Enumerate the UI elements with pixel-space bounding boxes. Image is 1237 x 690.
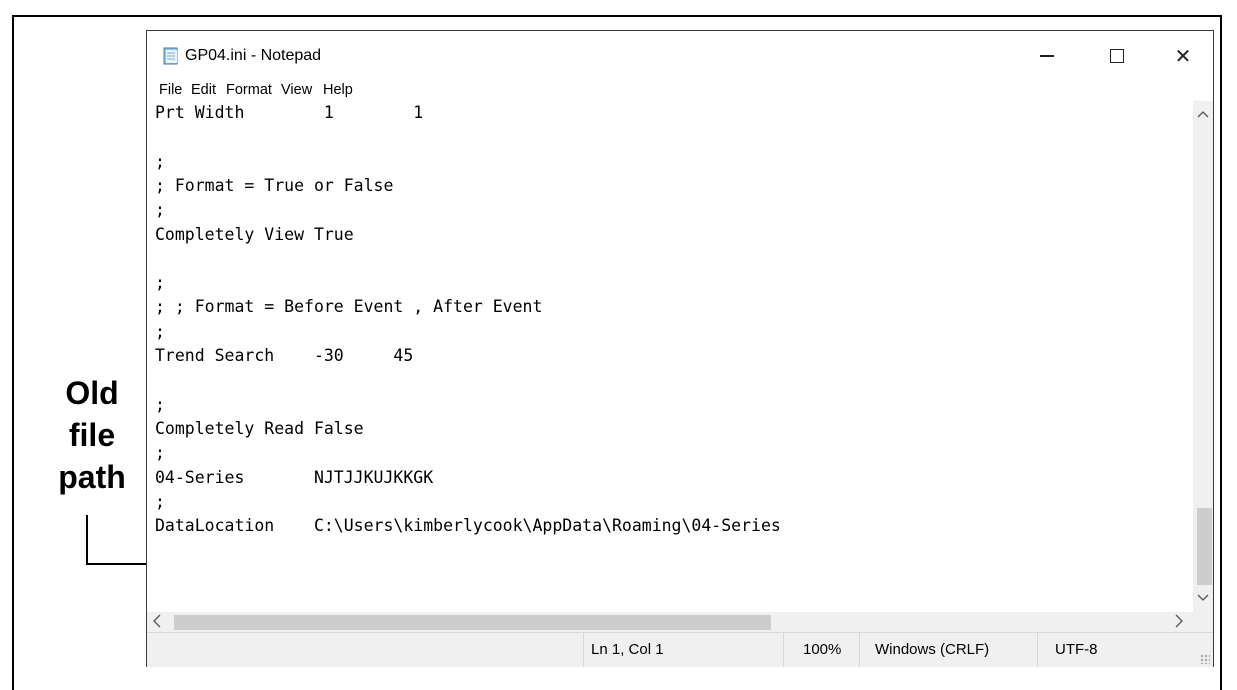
editor-line: DataLocation C:\Users\kimberlycook\AppDa… bbox=[155, 516, 781, 536]
annotation-line-2: file bbox=[68, 417, 116, 453]
chevron-right-icon[interactable] bbox=[1175, 613, 1183, 632]
encoding: UTF-8 bbox=[1055, 641, 1098, 658]
menu-edit[interactable]: Edit bbox=[191, 82, 216, 98]
editor-line: Trend Search -30 45 bbox=[155, 346, 414, 365]
window-title: GP04.ini - Notepad bbox=[185, 47, 322, 64]
menu-bar: File Edit Format View Help bbox=[147, 81, 1213, 101]
notepad-icon bbox=[162, 47, 180, 65]
resize-grip-icon[interactable] bbox=[1200, 654, 1210, 664]
editor-line: 04-Series NJTJJKUJKKGK bbox=[155, 467, 434, 487]
editor-line: ; bbox=[155, 443, 165, 463]
editor-line: Completely Read False bbox=[155, 418, 364, 438]
status-divider bbox=[583, 633, 584, 667]
annotation-label: Old file path bbox=[34, 372, 150, 498]
minimize-button[interactable] bbox=[1017, 31, 1077, 81]
cursor-position: Ln 1, Col 1 bbox=[591, 641, 664, 658]
annotation-line-3: path bbox=[58, 459, 126, 495]
chevron-left-icon[interactable] bbox=[153, 613, 161, 632]
chevron-up-icon[interactable] bbox=[1193, 107, 1213, 127]
status-divider bbox=[783, 633, 784, 667]
annotation-connector-horizontal bbox=[86, 563, 146, 565]
scrollbar-corner bbox=[1193, 612, 1213, 632]
status-divider bbox=[1037, 633, 1038, 667]
horizontal-scrollbar[interactable] bbox=[147, 612, 1193, 632]
editor-line: ; Format = True or False bbox=[155, 175, 394, 195]
annotation-connector-vertical bbox=[86, 515, 88, 565]
menu-format[interactable]: Format bbox=[226, 82, 272, 98]
vertical-scroll-thumb[interactable] bbox=[1197, 508, 1212, 585]
status-divider bbox=[859, 633, 860, 667]
zoom-level: 100% bbox=[803, 641, 842, 658]
horizontal-scroll-thumb[interactable] bbox=[174, 615, 771, 630]
menu-view[interactable]: View bbox=[281, 82, 312, 98]
chevron-down-icon[interactable] bbox=[1193, 591, 1213, 611]
editor-line: ; bbox=[155, 273, 165, 293]
editor-line: Completely View True bbox=[155, 224, 354, 244]
maximize-icon bbox=[1110, 49, 1124, 63]
text-editor[interactable]: Prt Width 1 1; ; Format = True or False; C… bbox=[147, 101, 1193, 612]
vertical-scrollbar[interactable] bbox=[1193, 101, 1213, 612]
close-button[interactable]: ✕ bbox=[1153, 31, 1213, 81]
title-bar[interactable]: GP04.ini - Notepad ✕ bbox=[147, 31, 1213, 81]
menu-help[interactable]: Help bbox=[323, 82, 353, 98]
status-bar: Ln 1, Col 1 100% Windows (CRLF) UTF-8 bbox=[147, 632, 1213, 667]
editor-line: ; ; Format = Before Event , After Event bbox=[155, 297, 543, 317]
editor-line: ; bbox=[155, 200, 165, 220]
menu-file[interactable]: File bbox=[159, 82, 182, 98]
editor-line: Prt Width 1 1 bbox=[155, 103, 424, 122]
maximize-button[interactable] bbox=[1087, 31, 1147, 81]
notepad-window: GP04.ini - Notepad ✕ File Edit Format Vi… bbox=[146, 30, 1214, 667]
line-ending: Windows (CRLF) bbox=[875, 641, 990, 658]
editor-line: ; bbox=[155, 321, 165, 341]
annotation-line-1: Old bbox=[65, 375, 119, 411]
editor-line: ; bbox=[155, 491, 165, 511]
minimize-icon bbox=[1040, 55, 1054, 57]
close-icon: ✕ bbox=[1174, 44, 1192, 68]
editor-line: ; bbox=[155, 394, 165, 414]
editor-line: ; bbox=[155, 151, 165, 171]
